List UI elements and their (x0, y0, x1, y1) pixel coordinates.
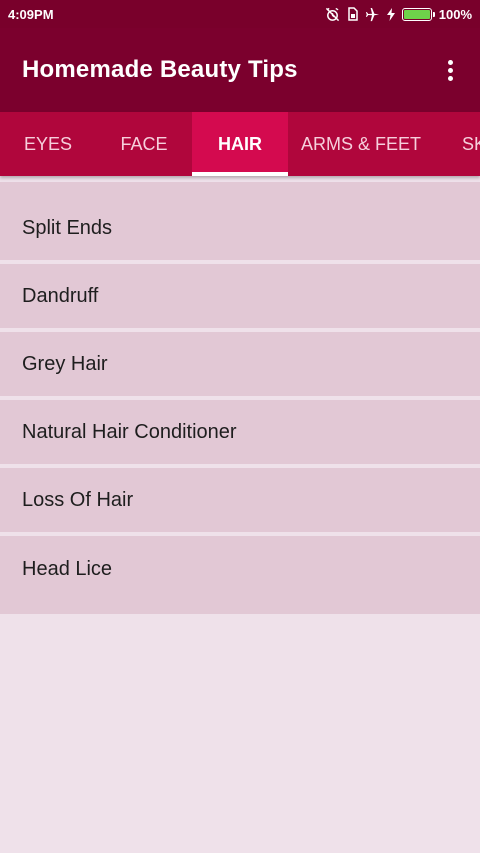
active-tab-indicator (192, 172, 288, 176)
overflow-dot (447, 67, 453, 73)
app-bar: Homemade Beauty Tips (0, 28, 480, 112)
battery-level (403, 9, 430, 19)
status-bar: 4:09PM 100% (0, 0, 480, 28)
list-item-label: Split Ends (22, 216, 113, 239)
list-item-grey-hair[interactable]: Grey Hair (0, 332, 480, 396)
tab-label: ARMS & FEET (300, 133, 421, 154)
list-item-label: Head Lice (22, 557, 113, 580)
tab-skin-partial[interactable]: SK (446, 112, 480, 176)
more-vert-icon[interactable] (438, 52, 462, 88)
battery-icon (401, 7, 435, 21)
tab-face[interactable]: FACE (96, 112, 192, 176)
app-title: Homemade Beauty Tips (22, 56, 298, 83)
status-icons: 100% (325, 7, 472, 22)
tab-bar: EYES FACE HAIR ARMS & FEET SK (0, 112, 480, 176)
sim-icon (348, 7, 358, 21)
tab-hair[interactable]: HAIR (192, 112, 288, 176)
airplane-icon (365, 7, 379, 21)
list-item-label: Grey Hair (22, 352, 108, 375)
tab-eyes[interactable]: EYES (0, 112, 96, 176)
list-item-dandruff[interactable]: Dandruff (0, 264, 480, 328)
tab-label: SK (462, 133, 480, 154)
list-item-label: Loss Of Hair (22, 488, 134, 511)
tab-label: EYES (23, 133, 73, 154)
overflow-dot (447, 75, 453, 81)
tab-label: FACE (120, 133, 168, 154)
list-item-loss-of-hair[interactable]: Loss Of Hair (0, 468, 480, 532)
list-item-label: Natural Hair Conditioner (22, 420, 237, 443)
list-item-natural-hair-conditioner[interactable]: Natural Hair Conditioner (0, 400, 480, 464)
list-item-label: Dandruff (22, 284, 99, 307)
list-item-split-ends[interactable]: Split Ends (0, 182, 480, 260)
tab-arms-feet[interactable]: ARMS & FEET (288, 112, 434, 176)
tips-list: Split Ends Dandruff Grey Hair Natural Ha… (0, 182, 480, 614)
status-time: 4:09PM (8, 6, 54, 22)
alarm-off-icon (325, 7, 339, 21)
tab-label: HAIR (218, 133, 262, 154)
overflow-dot (447, 59, 453, 65)
list-item-head-lice[interactable]: Head Lice (0, 536, 480, 614)
charging-bolt-icon (386, 7, 395, 21)
battery-percent: 100% (438, 6, 472, 22)
